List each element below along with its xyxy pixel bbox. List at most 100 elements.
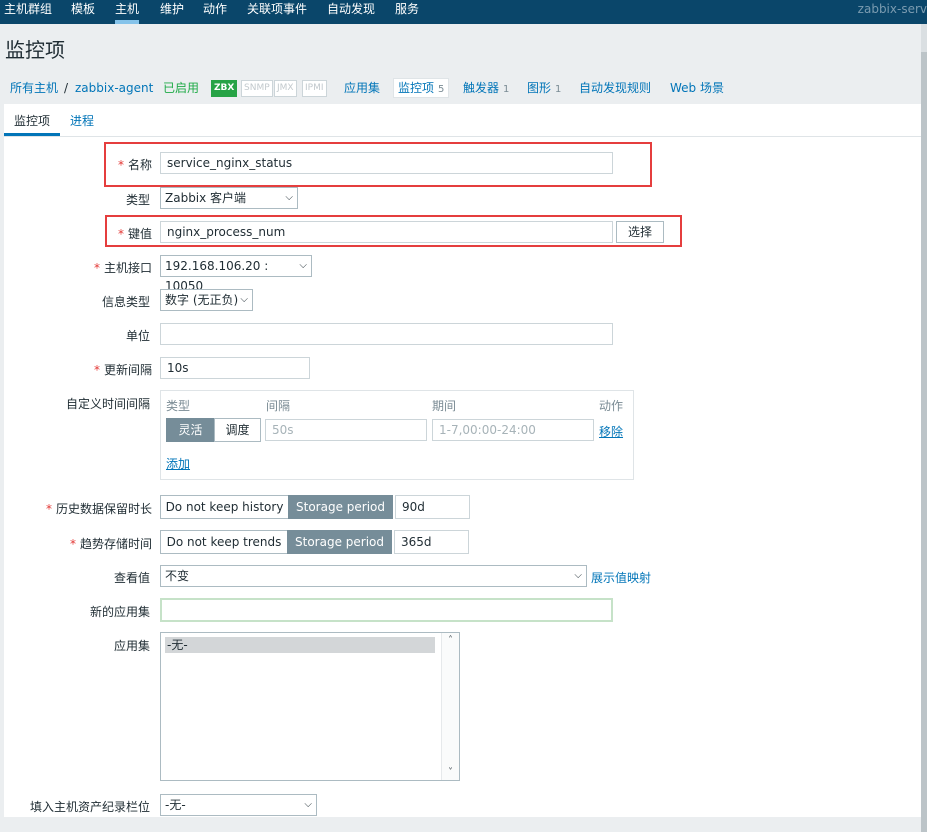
scroll-up-icon[interactable]: ˄ <box>442 635 459 646</box>
breadcrumb-host[interactable]: zabbix-agent <box>75 79 153 97</box>
nav-hosts[interactable]: 主机 <box>115 0 140 24</box>
chevron-down-icon: ⌵ <box>240 294 248 305</box>
link-web-scenarios[interactable]: Web 场景 <box>670 79 724 97</box>
key-label: * 键值 <box>118 225 152 242</box>
nav-actions[interactable]: 动作 <box>203 0 227 24</box>
link-triggers-label: 触发器 <box>463 81 500 95</box>
select-key-button[interactable]: 选择 <box>616 221 664 243</box>
link-discovery-rules[interactable]: 自动发现规则 <box>579 79 651 97</box>
scrollbar-thumb[interactable] <box>921 52 927 832</box>
nav-maintenance[interactable]: 维护 <box>160 0 184 24</box>
link-graphs[interactable]: 图形 1 <box>527 79 561 97</box>
link-applications[interactable]: 应用集 <box>344 79 380 97</box>
required-mark: * <box>118 227 124 241</box>
header-type: 类型 <box>166 399 191 413</box>
trends-label: * 趋势存储时间 <box>70 535 152 552</box>
top-navigation: 主机群组 模板 主机 维护 动作 关联项事件 自动发现 服务 zabbix-se… <box>0 0 927 24</box>
new-application-input[interactable] <box>160 598 613 622</box>
active-tab-indicator <box>4 133 60 136</box>
applications-listbox[interactable]: -无- ˄ ˅ <box>160 632 460 781</box>
valuemap-value: 不变 <box>165 569 190 583</box>
required-mark: * <box>94 363 100 377</box>
type-value: Zabbix 客户端 <box>165 191 247 205</box>
units-label: 单位 <box>126 329 151 343</box>
page-title: 监控项 <box>5 38 65 62</box>
snmp-badge: SNMP <box>241 80 273 97</box>
required-mark: * <box>118 158 124 172</box>
info-type-select[interactable]: 数字 (无正负) ⌵ <box>160 289 253 311</box>
triggers-count: 1 <box>503 84 510 95</box>
interval-input[interactable]: 50s <box>265 419 427 441</box>
scheduling-toggle[interactable]: 调度 <box>214 418 261 442</box>
update-interval-label-text: 更新间隔 <box>104 363 153 377</box>
type-select[interactable]: Zabbix 客户端 ⌵ <box>160 187 298 209</box>
items-count: 5 <box>438 84 445 95</box>
interface-select[interactable]: 192.168.106.20 : 10050 ⌵ <box>160 255 312 293</box>
units-input[interactable] <box>160 323 613 345</box>
header-action: 动作 <box>599 399 624 413</box>
key-label-text: 键值 <box>128 227 153 241</box>
link-triggers[interactable]: 触发器 1 <box>463 79 509 97</box>
required-mark: * <box>46 502 52 516</box>
interface-label: * 主机接口 <box>94 259 152 276</box>
inventory-value: -无- <box>165 798 186 812</box>
breadcrumb-separator: / <box>64 81 69 95</box>
history-label: * 历史数据保留时长 <box>46 500 152 517</box>
chevron-down-icon: ⌵ <box>574 570 582 581</box>
list-item[interactable]: -无- <box>165 637 435 653</box>
new-application-label: 新的应用集 <box>90 605 151 619</box>
remove-interval-link[interactable]: 移除 <box>599 423 623 440</box>
update-interval-input[interactable]: 10s <box>160 357 310 379</box>
valuemap-select[interactable]: 不变 ⌵ <box>160 565 587 587</box>
trends-storage-period-toggle[interactable]: Storage period <box>287 530 392 554</box>
custom-intervals-label: 自定义时间间隔 <box>66 397 151 411</box>
trends-do-not-keep-toggle[interactable]: Do not keep trends <box>160 530 288 554</box>
show-value-mappings-link[interactable]: 展示值映射 <box>591 569 651 586</box>
info-type-value: 数字 (无正负) <box>165 293 239 307</box>
nav-host-groups[interactable]: 主机群组 <box>4 0 52 24</box>
inventory-select[interactable]: -无- ⌵ <box>160 794 317 816</box>
chevron-down-icon: ⌵ <box>304 799 312 810</box>
header-period: 期间 <box>432 399 457 413</box>
chevron-down-icon: ⌵ <box>285 192 293 203</box>
trends-period-input[interactable]: 365d <box>394 530 469 554</box>
update-interval-label: * 更新间隔 <box>94 361 152 378</box>
server-name: zabbix-serv <box>857 2 927 16</box>
flexible-toggle[interactable]: 灵活 <box>166 418 215 442</box>
page-scrollbar[interactable] <box>921 24 927 832</box>
zbx-badge: ZBX <box>211 80 238 97</box>
host-status-enabled[interactable]: 已启用 <box>163 79 199 97</box>
name-label: * 名称 <box>118 156 152 173</box>
tab-item[interactable]: 监控项 <box>14 112 50 129</box>
nav-templates[interactable]: 模板 <box>71 0 95 24</box>
jmx-badge: JMX <box>274 80 297 97</box>
inventory-label: 填入主机资产纪录栏位 <box>30 800 151 814</box>
scroll-down-icon[interactable]: ˅ <box>442 767 459 778</box>
nav-discovery[interactable]: 自动发现 <box>327 0 375 24</box>
link-items[interactable]: 监控项 5 <box>393 78 450 98</box>
name-label-text: 名称 <box>128 158 153 172</box>
breadcrumb-all-hosts[interactable]: 所有主机 <box>10 79 58 97</box>
history-period-input[interactable]: 90d <box>395 495 470 519</box>
history-do-not-keep-toggle[interactable]: Do not keep history <box>160 495 289 519</box>
type-label: 类型 <box>126 193 151 207</box>
ipmi-badge: IPMI <box>302 80 327 97</box>
tab-preprocessing[interactable]: 进程 <box>70 112 94 129</box>
link-items-label: 监控项 <box>398 81 435 95</box>
valuemap-label: 查看值 <box>114 571 151 585</box>
required-mark: * <box>70 537 76 551</box>
title-bar <box>0 24 927 72</box>
required-mark: * <box>94 261 100 275</box>
history-storage-period-toggle[interactable]: Storage period <box>288 495 393 519</box>
nav-services[interactable]: 服务 <box>395 0 419 24</box>
link-graphs-label: 图形 <box>527 81 552 95</box>
key-input[interactable]: nginx_process_num <box>160 221 613 243</box>
period-input[interactable]: 1-7,00:00-24:00 <box>432 419 594 441</box>
header-interval: 间隔 <box>266 399 291 413</box>
name-input[interactable]: service_nginx_status <box>160 152 613 174</box>
tab-strip <box>4 104 927 137</box>
add-interval-link[interactable]: 添加 <box>166 455 190 472</box>
listbox-scrollbar[interactable]: ˄ ˅ <box>441 633 459 780</box>
chevron-down-icon: ⌵ <box>299 260 307 271</box>
nav-correlation[interactable]: 关联项事件 <box>247 0 307 24</box>
